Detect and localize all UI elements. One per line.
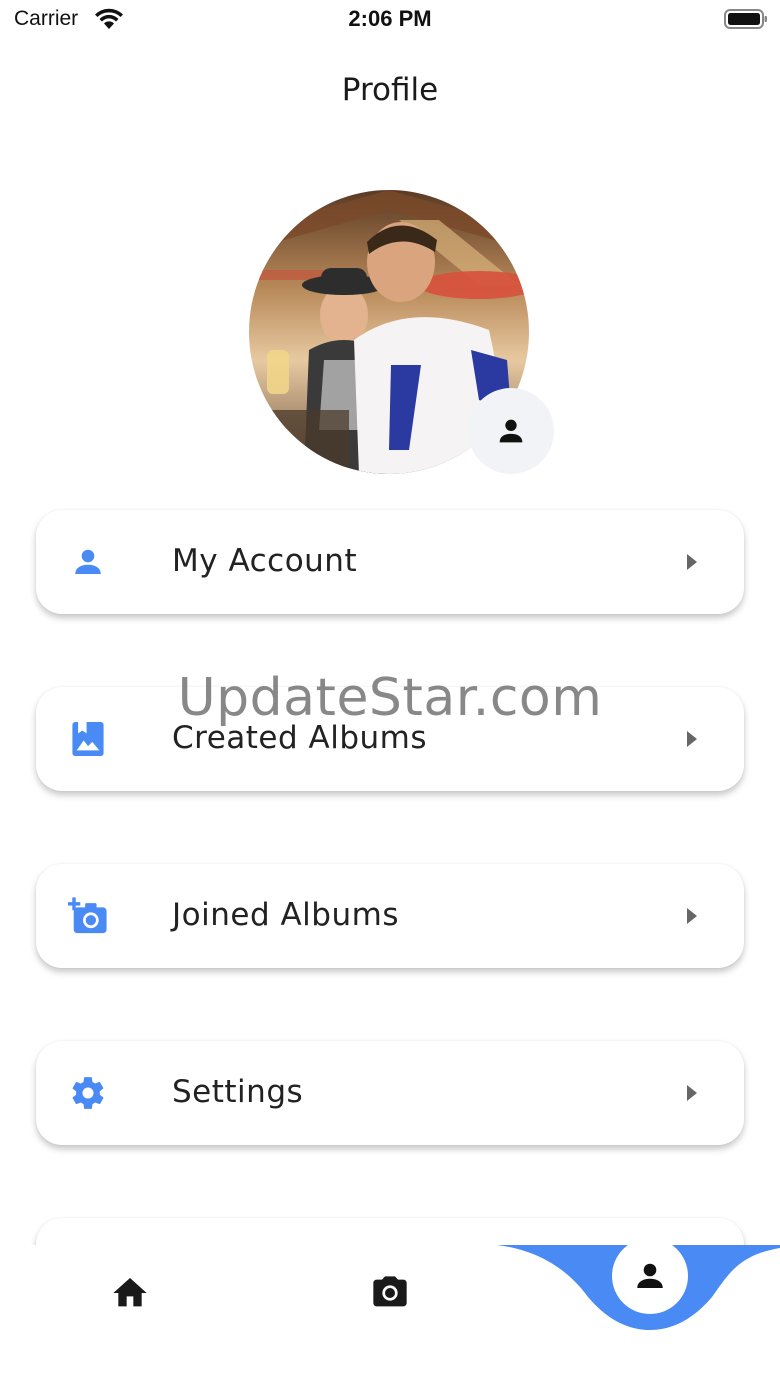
menu-item-my-account[interactable]: My Account — [36, 510, 744, 614]
gear-icon — [68, 1073, 108, 1113]
person-icon — [499, 419, 523, 443]
battery-icon — [724, 9, 767, 29]
menu-item-label: Joined Albums — [172, 897, 399, 933]
change-avatar-button[interactable] — [468, 388, 554, 474]
status-bar: Carrier 2:06 PM — [0, 0, 780, 44]
add-camera-icon — [68, 896, 108, 936]
bottom-navigation — [0, 1238, 780, 1387]
menu-item-label: Settings — [172, 1074, 304, 1110]
home-icon — [113, 1278, 147, 1307]
nav-profile-button[interactable] — [612, 1238, 688, 1314]
nav-home-button[interactable] — [110, 1273, 150, 1313]
person-icon — [68, 542, 108, 582]
clock: 2:06 PM — [348, 6, 432, 31]
menu-item-joined-albums[interactable]: Joined Albums — [36, 864, 744, 968]
camera-icon — [373, 1276, 407, 1307]
menu-item-settings[interactable]: Settings — [36, 1041, 744, 1145]
menu-item-label: My Account — [172, 543, 358, 579]
nav-camera-button[interactable] — [369, 1273, 411, 1313]
watermark: UpdateStar.com — [177, 668, 603, 728]
page-title: Profile — [341, 72, 439, 108]
chevron-right-icon — [687, 1085, 697, 1101]
chevron-right-icon — [687, 554, 697, 570]
chevron-right-icon — [687, 731, 697, 747]
chevron-right-icon — [687, 908, 697, 924]
person-icon — [637, 1263, 663, 1288]
